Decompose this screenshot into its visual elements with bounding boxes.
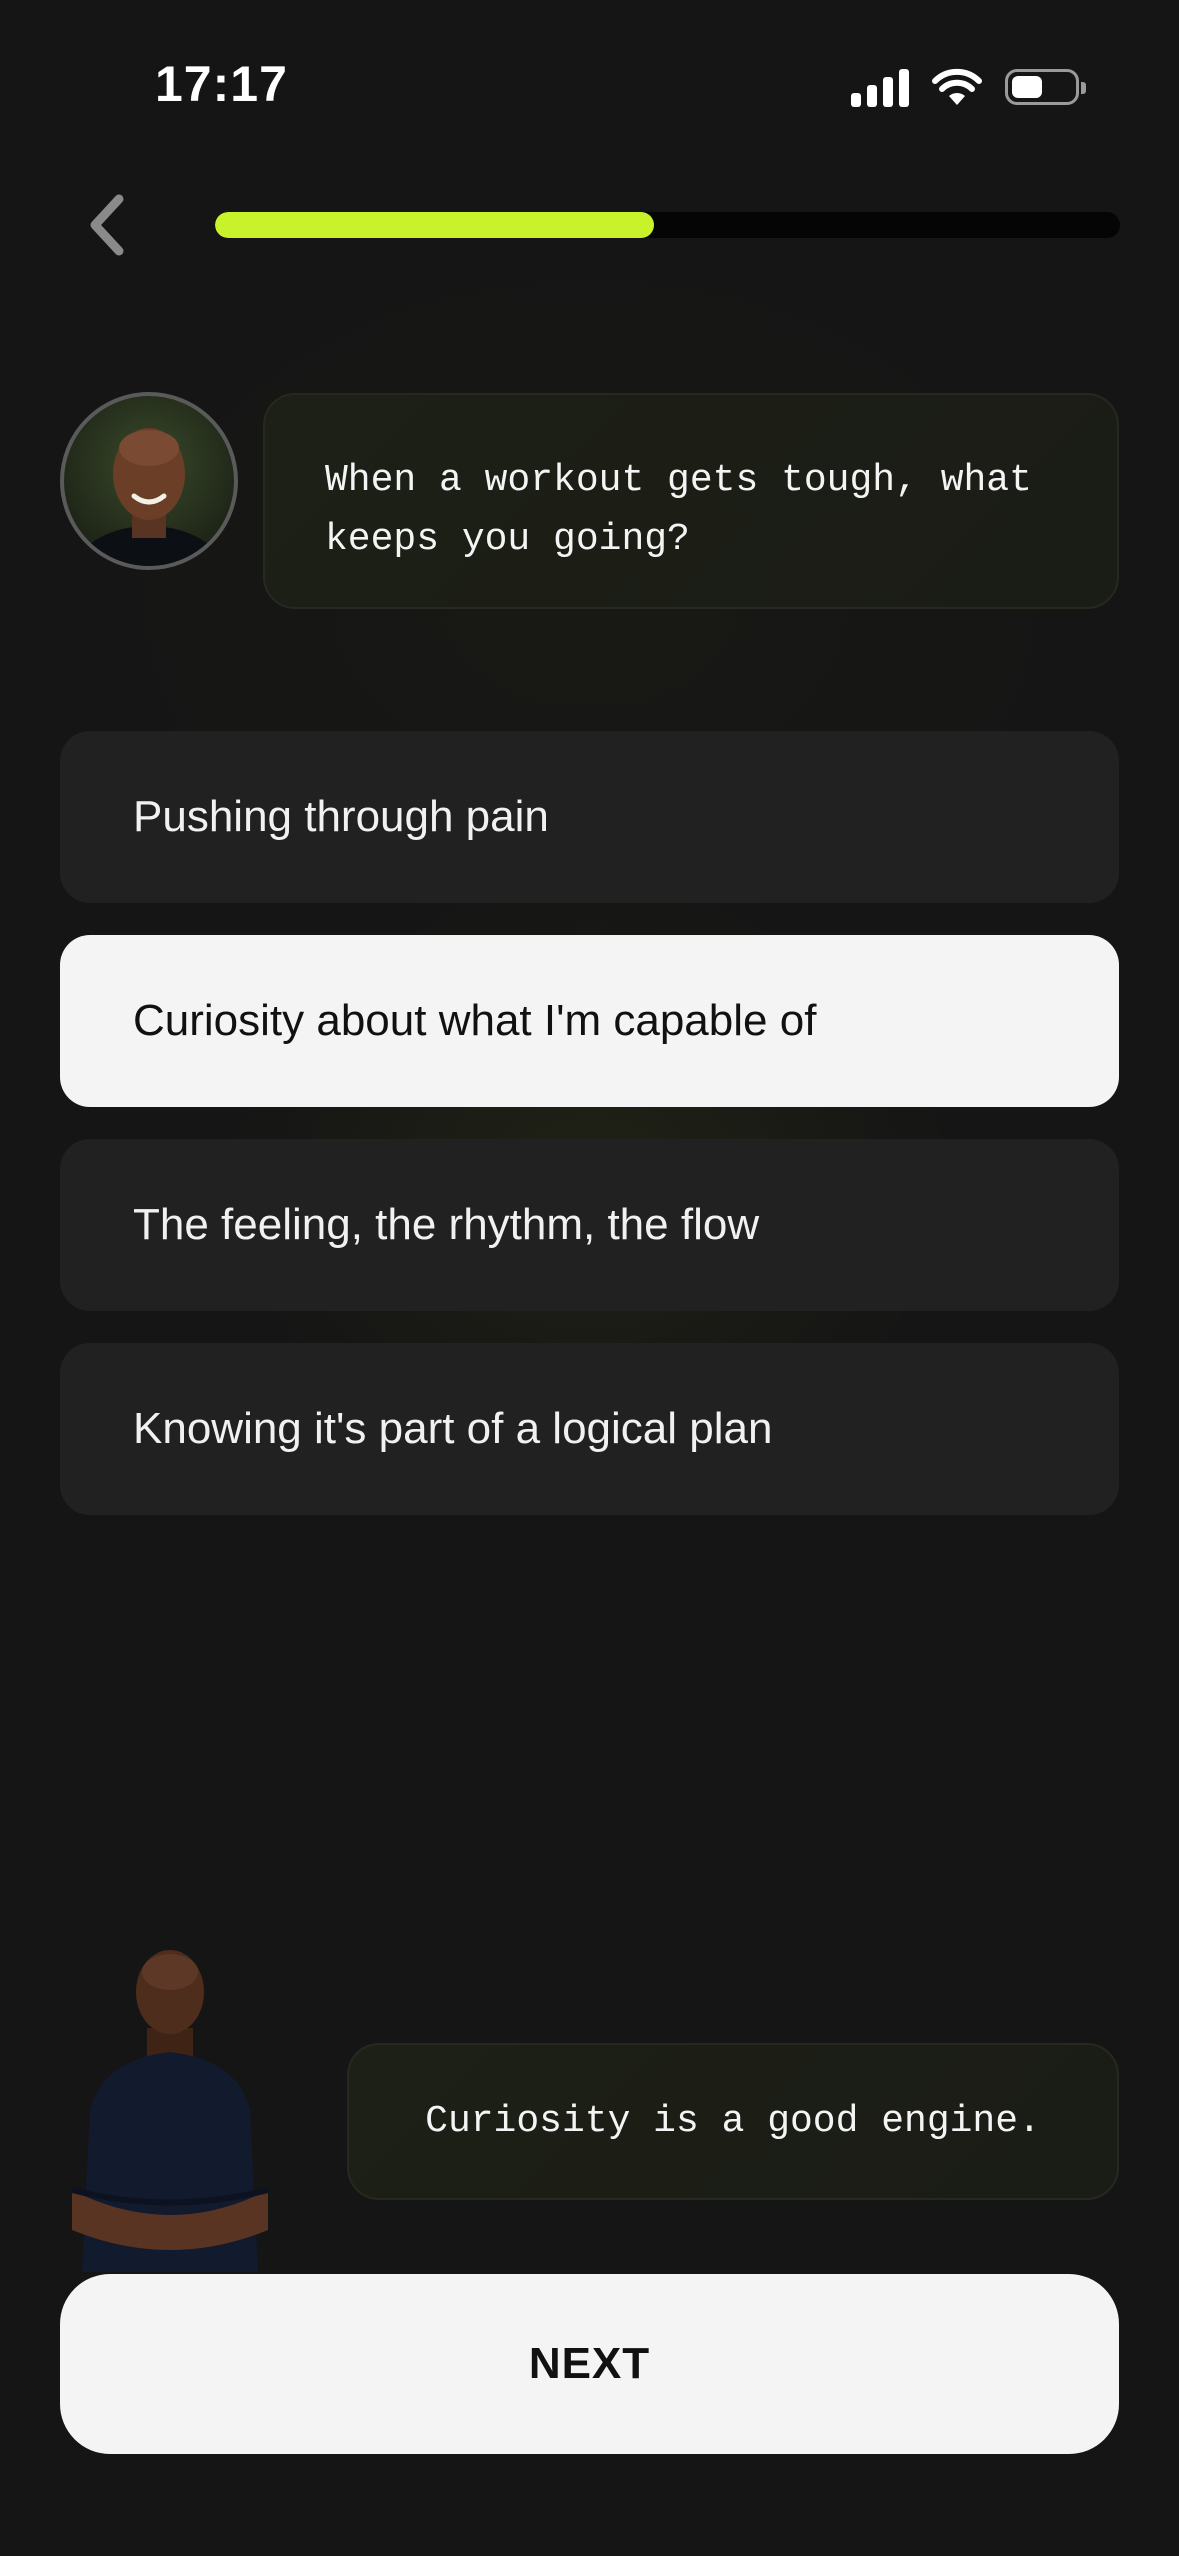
battery-icon [1005, 69, 1086, 105]
progress-fill [215, 212, 654, 238]
option-feeling-rhythm-flow[interactable]: The feeling, the rhythm, the flow [60, 1139, 1119, 1311]
option-label: The feeling, the rhythm, the flow [133, 1200, 760, 1249]
coach-avatar [60, 392, 238, 570]
back-button[interactable] [72, 185, 142, 265]
coach-figure [71, 1950, 269, 2272]
option-pushing-through-pain[interactable]: Pushing through pain [60, 731, 1119, 903]
cellular-signal-icon [851, 67, 909, 107]
coach-question-bubble: When a workout gets tough, what keeps yo… [263, 393, 1119, 609]
status-time: 17:17 [155, 56, 288, 112]
option-label: Pushing through pain [133, 792, 549, 841]
option-label: Knowing it's part of a logical plan [133, 1404, 773, 1453]
chevron-left-icon [90, 194, 124, 256]
progress-bar [215, 212, 1120, 238]
next-button[interactable]: NEXT [60, 2274, 1119, 2454]
option-curiosity[interactable]: Curiosity about what I'm capable of [60, 935, 1119, 1107]
status-icons [851, 62, 1086, 112]
coach-reply-bubble: Curiosity is a good engine. [347, 2043, 1119, 2200]
wifi-icon [932, 68, 982, 105]
option-label: Curiosity about what I'm capable of [133, 996, 817, 1045]
option-logical-plan[interactable]: Knowing it's part of a logical plan [60, 1343, 1119, 1515]
